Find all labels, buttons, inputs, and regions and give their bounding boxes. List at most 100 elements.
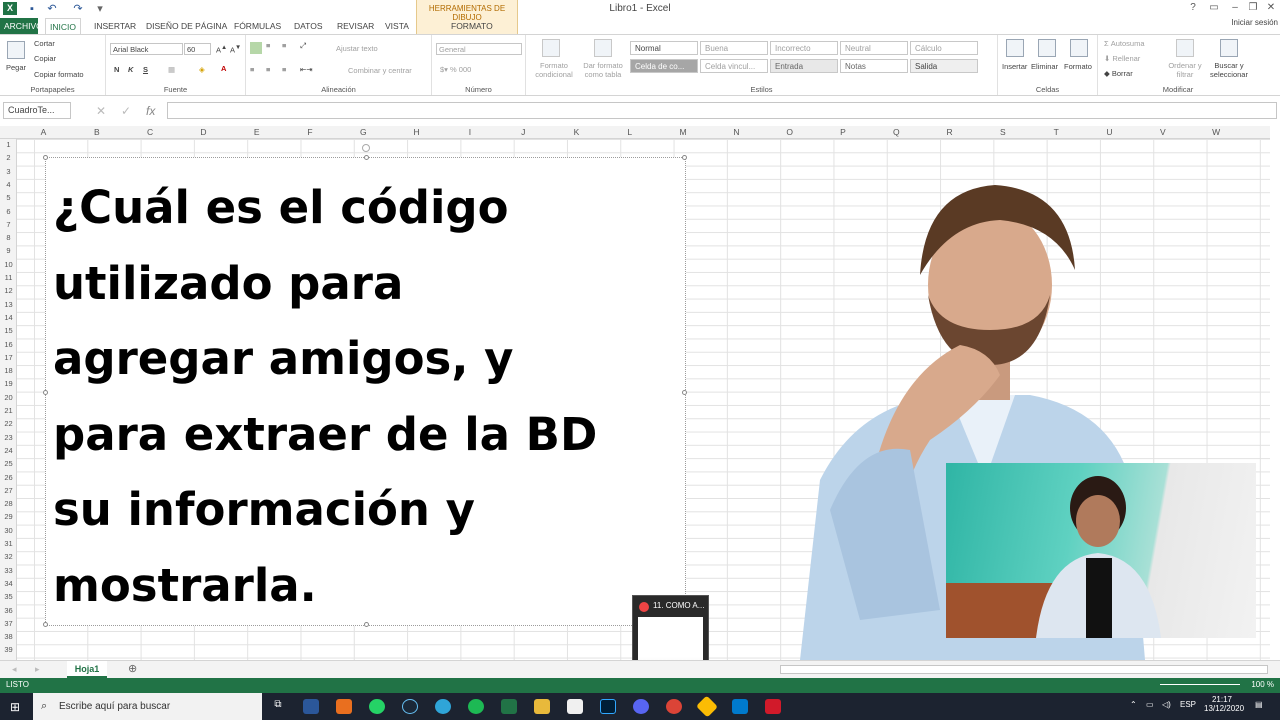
text-box[interactable]: ¿Cuál es el código utilizado para agrega… [43, 144, 687, 627]
horizontal-scrollbar[interactable] [780, 665, 1268, 674]
column-header[interactable]: K [550, 126, 603, 139]
insert-function-icon[interactable]: fx [146, 104, 155, 118]
cut-button[interactable]: Cortar [34, 39, 55, 48]
row-header[interactable]: 27 [0, 486, 17, 495]
currency-icon[interactable]: $▾ % 000 [440, 65, 471, 74]
column-header[interactable]: F [284, 126, 337, 139]
align-top-icon[interactable] [250, 42, 262, 54]
column-header[interactable]: U [1083, 126, 1136, 139]
delete-cells-button[interactable]: Eliminar [1031, 62, 1058, 71]
app-icon[interactable] [336, 699, 352, 714]
tab-home[interactable]: INICIO [45, 18, 81, 34]
row-header[interactable]: 10 [0, 260, 17, 269]
tab-format[interactable]: FORMATO [447, 18, 497, 34]
row-header[interactable]: 3 [0, 167, 17, 176]
delete-cells-icon[interactable] [1038, 39, 1056, 57]
column-header[interactable]: G [337, 126, 390, 139]
clock[interactable]: 21:17 13/12/2020 [1204, 695, 1244, 713]
row-header[interactable]: 18 [0, 366, 17, 375]
column-header[interactable]: E [230, 126, 283, 139]
scroll-sheets-left-icon[interactable]: ◂ [12, 664, 17, 675]
paste-button[interactable]: Pegar [6, 63, 26, 72]
row-header[interactable]: 7 [0, 220, 17, 229]
table-format-button[interactable]: Dar formato como tabla [578, 61, 628, 79]
bold-button[interactable]: N [114, 65, 119, 74]
autosum-button[interactable]: Σ Autosuma [1104, 39, 1145, 48]
row-header[interactable]: 15 [0, 326, 17, 335]
fill-button[interactable]: ⬇ Rellenar [1104, 54, 1140, 63]
row-header[interactable]: 6 [0, 207, 17, 216]
edge-icon[interactable] [435, 699, 451, 714]
row-header[interactable]: 1 [0, 140, 17, 149]
insert-cells-icon[interactable] [1006, 39, 1024, 57]
sheet-tab-hoja1[interactable]: Hoja1 [67, 661, 107, 678]
merge-center-button[interactable]: Combinar y centrar [348, 66, 412, 75]
copy-button[interactable]: Copiar [34, 54, 56, 63]
row-header[interactable]: 36 [0, 606, 17, 615]
windows-start-icon[interactable]: ⊞ [10, 700, 20, 714]
whatsapp-icon[interactable] [369, 699, 385, 714]
font-family-select[interactable]: Arial Black [110, 43, 183, 55]
zoom-slider[interactable] [1160, 684, 1240, 685]
row-header[interactable]: 24 [0, 446, 17, 455]
row-header[interactable]: 2 [0, 153, 17, 162]
row-header[interactable]: 19 [0, 379, 17, 388]
borders-icon[interactable]: ▦ [168, 65, 175, 74]
clear-button[interactable]: ◆ Borrar [1104, 69, 1133, 78]
conditional-format-icon[interactable] [542, 39, 560, 57]
underline-button[interactable]: S [143, 65, 148, 74]
resize-handle[interactable] [43, 390, 48, 395]
row-header[interactable]: 29 [0, 512, 17, 521]
column-header[interactable]: C [124, 126, 177, 139]
style-normal[interactable]: Normal [630, 41, 698, 55]
number-format-select[interactable]: General [436, 43, 522, 55]
file-explorer-icon[interactable] [534, 699, 550, 714]
column-header[interactable]: A [17, 126, 70, 139]
row-header[interactable]: 28 [0, 499, 17, 508]
column-header[interactable]: B [70, 126, 123, 139]
style-good[interactable]: Buena [700, 41, 768, 55]
resize-handle[interactable] [682, 390, 687, 395]
volume-icon[interactable]: ◁) [1162, 700, 1171, 709]
resize-handle[interactable] [43, 622, 48, 627]
store-icon[interactable] [567, 699, 583, 714]
column-header[interactable]: H [390, 126, 443, 139]
rotate-handle[interactable] [362, 144, 370, 152]
app-icon[interactable] [765, 699, 781, 714]
word-icon[interactable] [303, 699, 319, 714]
format-cells-button[interactable]: Formato [1064, 62, 1092, 71]
tab-file[interactable]: ARCHIVO [0, 18, 43, 34]
cancel-entry-icon[interactable]: ✕ [96, 104, 106, 118]
task-view-icon[interactable]: ⧉ [270, 699, 286, 714]
column-header[interactable]: D [177, 126, 230, 139]
notifications-icon[interactable]: ▤ [1255, 700, 1263, 709]
style-bad[interactable]: Incorrecto [770, 41, 838, 55]
row-header[interactable]: 22 [0, 419, 17, 428]
network-icon[interactable]: ▭ [1146, 700, 1154, 709]
row-header[interactable]: 21 [0, 406, 17, 415]
column-header[interactable]: P [817, 126, 870, 139]
wrap-text-button[interactable]: Ajustar texto [336, 44, 378, 53]
indent-icon[interactable]: ⇤⇥ [300, 65, 313, 74]
shrink-font-icon[interactable]: A▼ [230, 44, 241, 55]
row-header[interactable]: 8 [0, 233, 17, 242]
column-header[interactable]: M [657, 126, 710, 139]
column-header[interactable]: S [976, 126, 1029, 139]
language-indicator[interactable]: ESP [1180, 700, 1196, 709]
column-header[interactable]: Q [870, 126, 923, 139]
row-header[interactable]: 9 [0, 246, 17, 255]
resize-handle[interactable] [43, 155, 48, 160]
column-header[interactable]: T [1030, 126, 1083, 139]
row-header[interactable]: 17 [0, 353, 17, 362]
align-left-icon[interactable]: ≡ [250, 65, 254, 74]
conditional-format-button[interactable]: Formato condicional [530, 61, 578, 79]
style-input[interactable]: Entrada [770, 59, 838, 73]
style-output[interactable]: Salida [910, 59, 978, 73]
row-header[interactable]: 32 [0, 552, 17, 561]
tab-data[interactable]: DATOS [290, 18, 327, 34]
row-header[interactable]: 30 [0, 526, 17, 535]
find-select-button[interactable]: Buscar y seleccionar [1204, 61, 1254, 79]
app-icon[interactable] [696, 695, 718, 718]
sort-filter-button[interactable]: Ordenar y filtrar [1166, 61, 1204, 79]
find-select-icon[interactable] [1220, 39, 1238, 57]
